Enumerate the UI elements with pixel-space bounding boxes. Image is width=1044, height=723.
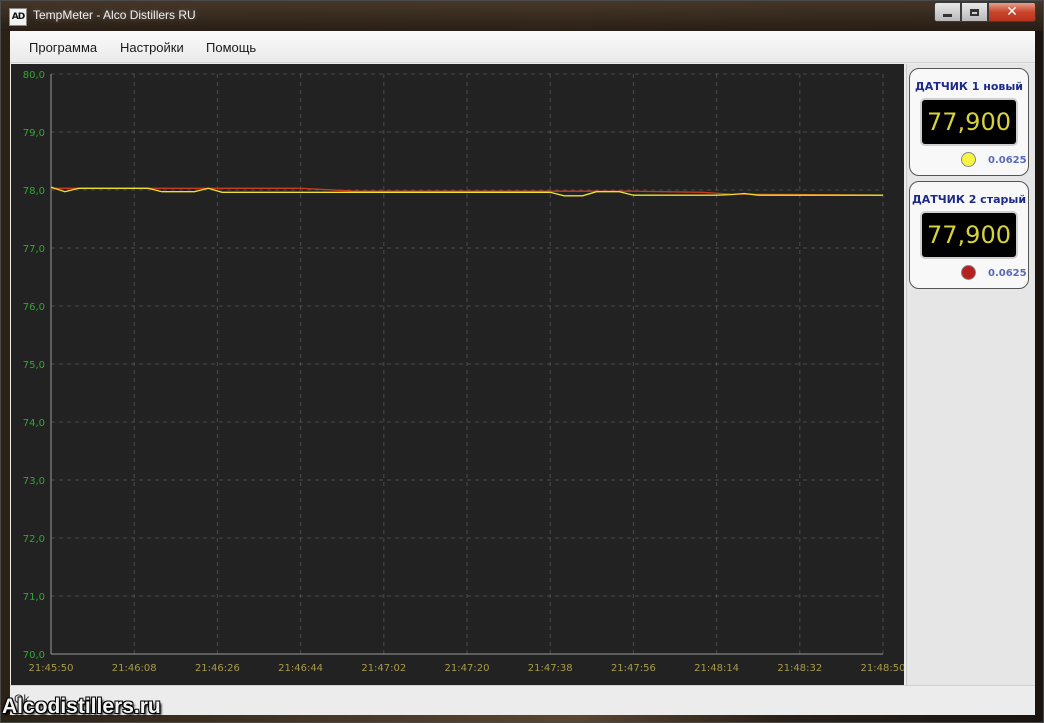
sensor-1-title: ДАТЧИК 1 новый xyxy=(915,80,1023,93)
status-bar: Ok xyxy=(10,685,1035,715)
y-tick-label: 73,0 xyxy=(23,476,45,487)
x-tick-label: 21:47:56 xyxy=(611,663,656,674)
sensor-1-value: 77,900 xyxy=(920,98,1018,146)
sensor-panel: ДАТЧИК 1 новый 77,900 0.0625 ДАТЧИК 2 ст… xyxy=(906,64,1035,685)
sensor-2-title: ДАТЧИК 2 старый xyxy=(911,193,1027,206)
x-tick-label: 21:47:02 xyxy=(361,663,406,674)
y-tick-label: 76,0 xyxy=(23,302,45,313)
y-tick-label: 75,0 xyxy=(23,360,45,371)
x-tick-label: 21:48:32 xyxy=(777,663,822,674)
app-window: AD TempMeter - Alco Distillers RU ✕ Прог… xyxy=(0,0,1044,723)
y-tick-label: 71,0 xyxy=(23,592,45,603)
app-logo-icon: AD xyxy=(9,8,27,26)
watermark-text: Alcodistillers.ru xyxy=(2,695,161,718)
close-button[interactable]: ✕ xyxy=(988,2,1036,22)
menu-program[interactable]: Программа xyxy=(29,40,97,55)
y-tick-label: 72,0 xyxy=(23,534,45,545)
y-tick-label: 80,0 xyxy=(23,70,45,81)
sensor-2-step: 0.0625 xyxy=(988,268,1027,279)
sensor-card-2: ДАТЧИК 2 старый 77,900 0.0625 xyxy=(909,181,1029,289)
x-tick-label: 21:46:08 xyxy=(112,663,157,674)
maximize-button[interactable] xyxy=(961,2,988,22)
menu-settings[interactable]: Настройки xyxy=(120,40,184,55)
y-tick-label: 78,0 xyxy=(23,186,45,197)
y-tick-label: 79,0 xyxy=(23,128,45,139)
y-tick-label: 77,0 xyxy=(23,244,45,255)
sensor-1-step: 0.0625 xyxy=(988,155,1027,166)
x-tick-label: 21:45:50 xyxy=(29,663,74,674)
chart-canvas: 70,0 71,0 72,0 73,0 74,0 75,0 76,0 77,0 78,0 79,0… xyxy=(23,70,906,674)
minimize-icon xyxy=(943,13,952,17)
sensor-2-value: 77,900 xyxy=(920,211,1018,259)
x-tick-label: 21:48:50 xyxy=(861,663,904,674)
sensor-2-color-indicator[interactable] xyxy=(961,265,976,280)
sensor-card-1: ДАТЧИК 1 новый 77,900 0.0625 xyxy=(909,68,1029,176)
x-tick-label: 21:46:26 xyxy=(195,663,240,674)
window-title: TempMeter - Alco Distillers RU xyxy=(33,8,196,22)
title-bar[interactable]: AD TempMeter - Alco Distillers RU ✕ xyxy=(1,1,1043,31)
y-tick-label: 74,0 xyxy=(23,418,45,429)
menu-bar: Программа Настройки Помощь xyxy=(10,31,1035,63)
x-tick-label: 21:46:44 xyxy=(278,663,323,674)
client-area: Программа Настройки Помощь 70,0 71,0 72,0 7… xyxy=(10,31,1035,715)
minimize-button[interactable] xyxy=(934,2,961,22)
sensor-1-color-indicator[interactable] xyxy=(961,152,976,167)
maximize-icon xyxy=(970,8,979,16)
y-tick-label: 70,0 xyxy=(23,650,45,661)
menu-help[interactable]: Помощь xyxy=(206,40,256,55)
x-tick-label: 21:48:14 xyxy=(694,663,739,674)
x-tick-label: 21:47:38 xyxy=(528,663,573,674)
x-tick-label: 21:47:20 xyxy=(445,663,490,674)
temperature-chart[interactable]: 70,0 71,0 72,0 73,0 74,0 75,0 76,0 77,0 78,0 79,0… xyxy=(11,64,906,685)
close-icon: ✕ xyxy=(1006,4,1018,20)
